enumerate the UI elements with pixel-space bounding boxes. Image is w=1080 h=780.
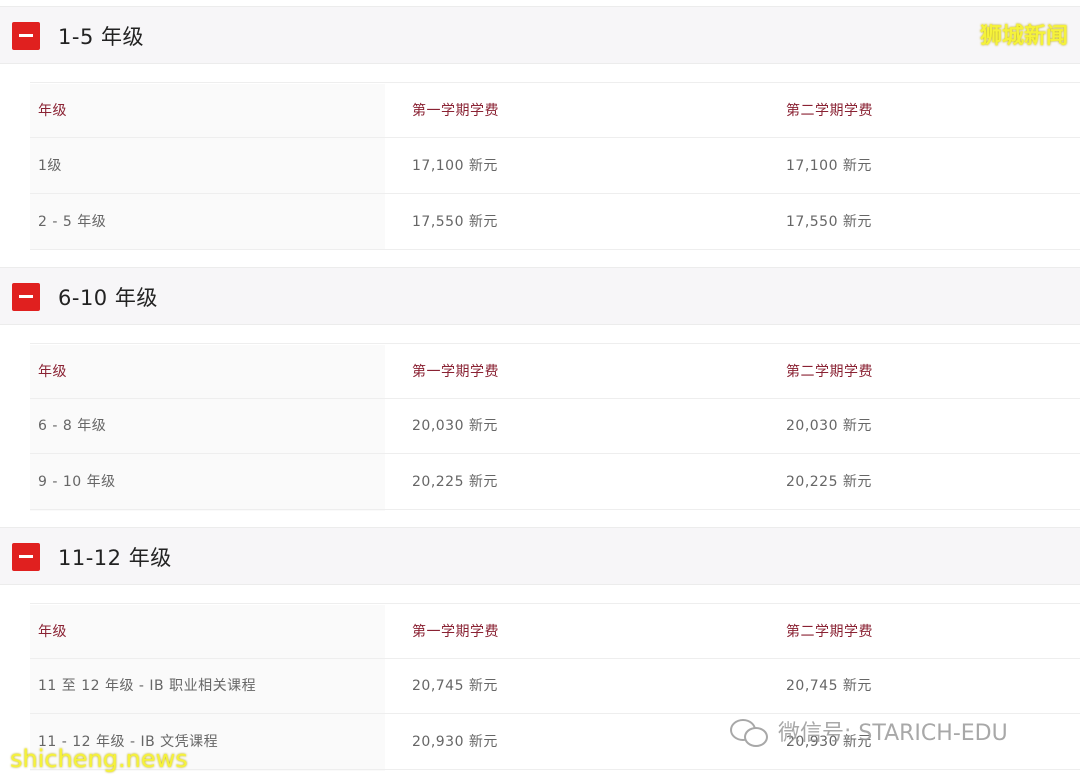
grade-cell: 6 - 8 年级 — [38, 418, 107, 434]
grade-cell: 9 - 10 年级 — [38, 474, 116, 490]
table-row: 2 - 5 年级 17,550 新元 17,550 新元 — [30, 194, 1080, 250]
collapse-icon[interactable] — [12, 543, 40, 571]
wechat-icon — [730, 717, 770, 747]
header-term2: 第二学期学费 — [786, 624, 873, 640]
grade-cell: 1级 — [38, 158, 62, 174]
collapse-icon[interactable] — [12, 22, 40, 50]
table-row: 11 至 12 年级 - IB 职业相关课程 20,745 新元 20,745 … — [30, 658, 1080, 714]
term2-fee-cell: 20,030 新元 — [786, 418, 872, 434]
section-header-11-12[interactable]: 11-12 年级 — [0, 527, 1080, 585]
watermark-bottom: shicheng.news — [10, 745, 188, 773]
collapse-icon[interactable] — [12, 283, 40, 311]
section-title: 1-5 年级 — [58, 25, 144, 49]
term1-fee-cell: 17,550 新元 — [412, 214, 498, 230]
section-title: 11-12 年级 — [58, 546, 172, 570]
header-term1: 第一学期学费 — [412, 364, 499, 380]
term2-fee-cell: 17,550 新元 — [786, 214, 872, 230]
term2-fee-cell: 20,225 新元 — [786, 474, 872, 490]
table-row: 1级 17,100 新元 17,100 新元 — [30, 138, 1080, 194]
wechat-id: 微信号: STARICH-EDU — [778, 721, 1008, 746]
section-header-1-5[interactable]: 1-5 年级 — [0, 6, 1080, 64]
term2-fee-cell: 20,745 新元 — [786, 678, 872, 694]
section-title: 6-10 年级 — [58, 286, 158, 310]
header-grade: 年级 — [38, 624, 67, 640]
table-row: 6 - 8 年级 20,030 新元 20,030 新元 — [30, 398, 1080, 454]
wechat-watermark: 微信号: STARICH-EDU — [730, 715, 1008, 747]
term1-fee-cell: 20,930 新元 — [412, 734, 498, 750]
term1-fee-cell: 20,030 新元 — [412, 418, 498, 434]
header-term2: 第二学期学费 — [786, 364, 873, 380]
table-header-row: 年级 第一学期学费 第二学期学费 — [30, 82, 1080, 138]
header-term1: 第一学期学费 — [412, 103, 499, 119]
header-grade: 年级 — [38, 364, 67, 380]
header-term2: 第二学期学费 — [786, 103, 873, 119]
term2-fee-cell: 17,100 新元 — [786, 158, 872, 174]
term1-fee-cell: 20,225 新元 — [412, 474, 498, 490]
grade-cell: 2 - 5 年级 — [38, 214, 107, 230]
term1-fee-cell: 17,100 新元 — [412, 158, 498, 174]
grade-cell: 11 至 12 年级 - IB 职业相关课程 — [38, 678, 257, 694]
section-header-6-10[interactable]: 6-10 年级 — [0, 267, 1080, 325]
table-row: 9 - 10 年级 20,225 新元 20,225 新元 — [30, 454, 1080, 510]
watermark-top: 狮城新闻 — [979, 24, 1068, 49]
header-grade: 年级 — [38, 103, 67, 119]
table-header-row: 年级 第一学期学费 第二学期学费 — [30, 343, 1080, 399]
header-term1: 第一学期学费 — [412, 624, 499, 640]
term1-fee-cell: 20,745 新元 — [412, 678, 498, 694]
table-header-row: 年级 第一学期学费 第二学期学费 — [30, 603, 1080, 659]
